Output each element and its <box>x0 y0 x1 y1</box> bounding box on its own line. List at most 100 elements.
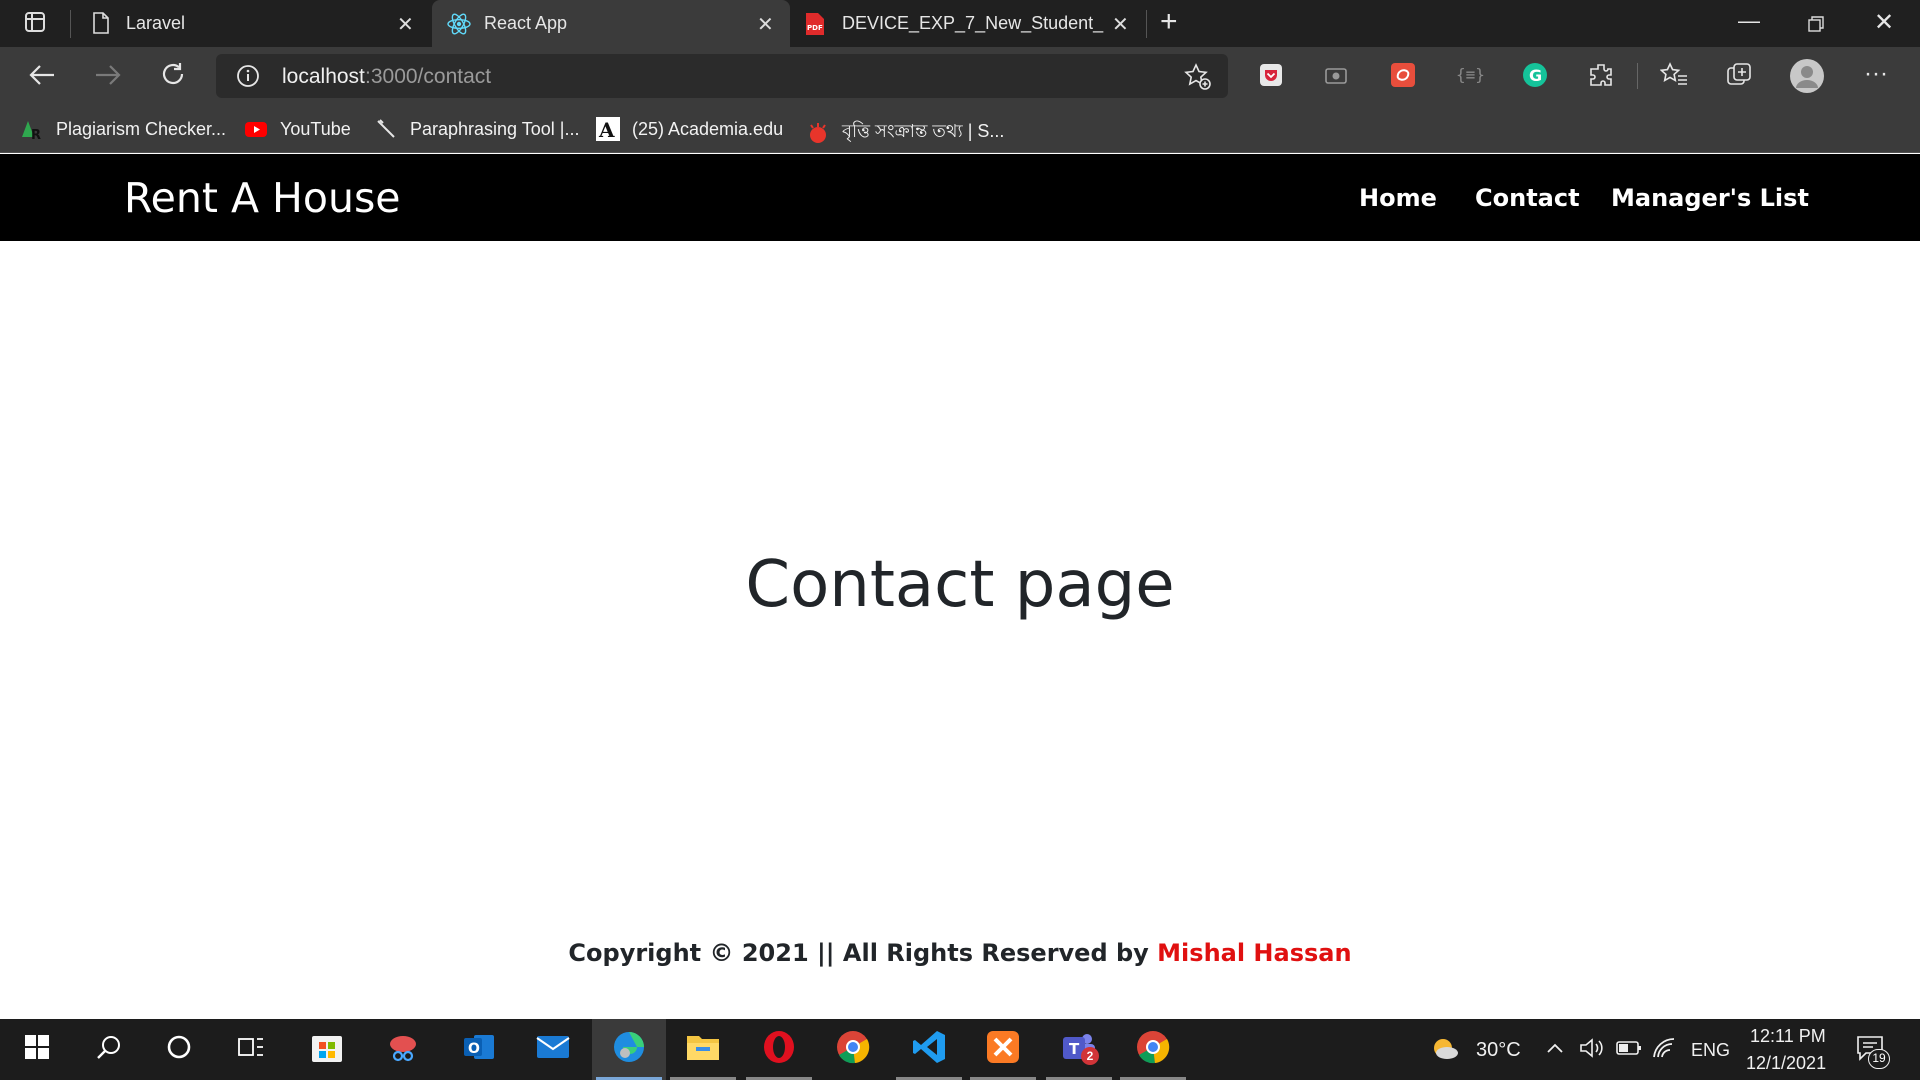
taskbar-xampp[interactable] <box>966 1019 1040 1080</box>
notification-count: 19 <box>1868 1049 1890 1069</box>
new-tab-icon[interactable]: + <box>1160 7 1178 37</box>
site-brand[interactable]: Rent A House <box>124 174 401 222</box>
taskbar-edge[interactable] <box>592 1019 666 1080</box>
task-view-button[interactable] <box>214 1019 288 1080</box>
window-close-icon[interactable]: ✕ <box>1874 10 1894 36</box>
task-view-icon <box>237 1035 265 1064</box>
footer: Copyright © 2021 || All Rights Reserved … <box>0 939 1920 967</box>
profile-avatar-icon[interactable] <box>1790 59 1824 98</box>
pocket-extension-icon[interactable] <box>1258 62 1284 93</box>
input-language[interactable]: ENG <box>1691 1040 1730 1061</box>
taskbar-store[interactable] <box>290 1019 364 1080</box>
pdf-extension-icon[interactable] <box>1390 62 1416 93</box>
close-icon[interactable]: ✕ <box>1112 12 1129 37</box>
battery-icon[interactable] <box>1616 1040 1642 1061</box>
grammarly-icon[interactable]: G <box>1522 62 1548 93</box>
address-bar[interactable]: localhost :3000/contact <box>216 54 1228 98</box>
notification-center-icon[interactable]: 19 <box>1856 1035 1890 1069</box>
vscode-icon <box>911 1029 947 1070</box>
close-icon[interactable]: ✕ <box>757 12 774 37</box>
taskbar-snip[interactable] <box>366 1019 440 1080</box>
weather-icon[interactable] <box>1430 1035 1460 1066</box>
nav-managers-list[interactable]: Manager's List <box>1611 184 1809 212</box>
tab-react-app[interactable]: React App ✕ <box>432 0 790 47</box>
cortana-button[interactable] <box>142 1019 216 1080</box>
page-content: Contact page Copyright © 2021 || All Rig… <box>0 241 1920 1019</box>
taskbar-opera[interactable] <box>742 1019 816 1080</box>
tab-actions-icon[interactable] <box>24 11 46 37</box>
opera-icon <box>761 1029 797 1070</box>
restore-icon[interactable] <box>1808 16 1824 37</box>
add-favorite-icon[interactable] <box>1184 63 1212 96</box>
tab-laravel[interactable]: Laravel ✕ <box>72 0 430 47</box>
svg-text:T: T <box>1069 1040 1080 1058</box>
json-extension-icon[interactable]: {≡} <box>1456 65 1485 84</box>
wifi-icon[interactable] <box>1652 1037 1678 1064</box>
svg-text:PDF: PDF <box>807 24 823 32</box>
svg-text:G: G <box>1529 66 1542 85</box>
windows-taskbar: O T 2 30°C ENG 12:11 PM 12/1/2021 19 <box>0 1019 1920 1080</box>
screen-capture-extension-icon[interactable] <box>1324 64 1348 91</box>
url-path: :3000/contact <box>365 65 492 88</box>
quill-icon <box>374 117 398 141</box>
bookmarks-bar: R Plagiarism Checker... YouTube Paraphra… <box>0 105 1920 153</box>
windows-icon <box>25 1035 49 1064</box>
taskbar-mail[interactable] <box>516 1019 590 1080</box>
document-icon <box>92 12 110 39</box>
bookmark-youtube[interactable]: YouTube <box>244 117 351 141</box>
minimize-icon[interactable]: — <box>1738 8 1760 34</box>
red-dot-icon <box>806 121 830 145</box>
svg-text:R: R <box>31 128 41 141</box>
taskbar-chrome[interactable] <box>816 1019 890 1080</box>
youtube-icon <box>244 117 268 141</box>
bookmark-label: (25) Academia.edu <box>632 118 784 139</box>
tab-pdf[interactable]: PDF DEVICE_EXP_7_New_Student_MA ✕ <box>792 0 1144 47</box>
clock-date[interactable]: 12/1/2021 <box>1746 1053 1826 1074</box>
volume-icon[interactable] <box>1578 1036 1604 1065</box>
academia-icon: A <box>596 117 620 142</box>
footer-author-name: Mishal Hassan <box>1157 939 1352 967</box>
search-icon <box>96 1034 122 1065</box>
taskbar-outlook[interactable]: O <box>442 1019 516 1080</box>
refresh-icon[interactable] <box>160 61 186 92</box>
close-icon[interactable]: ✕ <box>397 12 414 37</box>
tab-title: React App <box>484 13 568 33</box>
xampp-icon <box>985 1029 1021 1070</box>
weather-temperature[interactable]: 30°C <box>1476 1039 1521 1062</box>
teams-badge: 2 <box>1081 1047 1099 1065</box>
browser-toolbar: localhost :3000/contact {≡} G ··· <box>0 47 1920 105</box>
more-options-icon[interactable]: ··· <box>1864 61 1888 87</box>
pdf-icon: PDF <box>804 12 826 41</box>
taskbar-file-explorer[interactable] <box>666 1019 740 1080</box>
page-title: Contact page <box>745 548 1175 622</box>
outlook-icon: O <box>462 1030 496 1069</box>
taskbar-vscode[interactable] <box>892 1019 966 1080</box>
chevron-up-icon[interactable] <box>1546 1041 1564 1059</box>
file-explorer-icon <box>685 1032 721 1067</box>
favorites-icon[interactable] <box>1659 62 1688 93</box>
extensions-icon[interactable] <box>1588 62 1614 93</box>
bookmark-paraphrasing[interactable]: Paraphrasing Tool |... <box>374 117 579 141</box>
bookmark-academia[interactable]: A (25) Academia.edu <box>596 117 784 142</box>
clock-time[interactable]: 12:11 PM <box>1750 1026 1826 1047</box>
nav-contact[interactable]: Contact <box>1475 184 1580 212</box>
footer-text: Copyright © 2021 || All Rights Reserved … <box>568 939 1158 967</box>
taskbar-chrome-2[interactable] <box>1116 1019 1190 1080</box>
taskbar-teams[interactable]: T 2 <box>1042 1019 1116 1080</box>
nav-home[interactable]: Home <box>1359 184 1437 212</box>
site-navbar: Rent A House Home Contact Manager's List <box>0 154 1920 241</box>
bookmark-plagiarism[interactable]: R Plagiarism Checker... <box>20 117 226 143</box>
site-info-icon[interactable] <box>236 64 260 93</box>
svg-text:O: O <box>468 1041 480 1057</box>
collections-icon[interactable] <box>1726 62 1754 93</box>
edge-icon <box>611 1029 647 1070</box>
search-button[interactable] <box>72 1019 146 1080</box>
back-icon[interactable] <box>28 63 56 92</box>
bookmark-scholarship[interactable]: বৃত্তি সংক্রান্ত তথ্য | S... <box>806 117 1004 148</box>
browser-tab-bar: Laravel ✕ React App ✕ PDF DEVICE_EXP_7_N… <box>0 0 1920 47</box>
bookmark-label: YouTube <box>280 118 351 139</box>
start-button[interactable] <box>0 1019 74 1080</box>
snip-sketch-icon <box>386 1030 420 1069</box>
tab-title: DEVICE_EXP_7_New_Student_MA <box>842 13 1104 33</box>
microsoft-store-icon <box>310 1030 344 1069</box>
